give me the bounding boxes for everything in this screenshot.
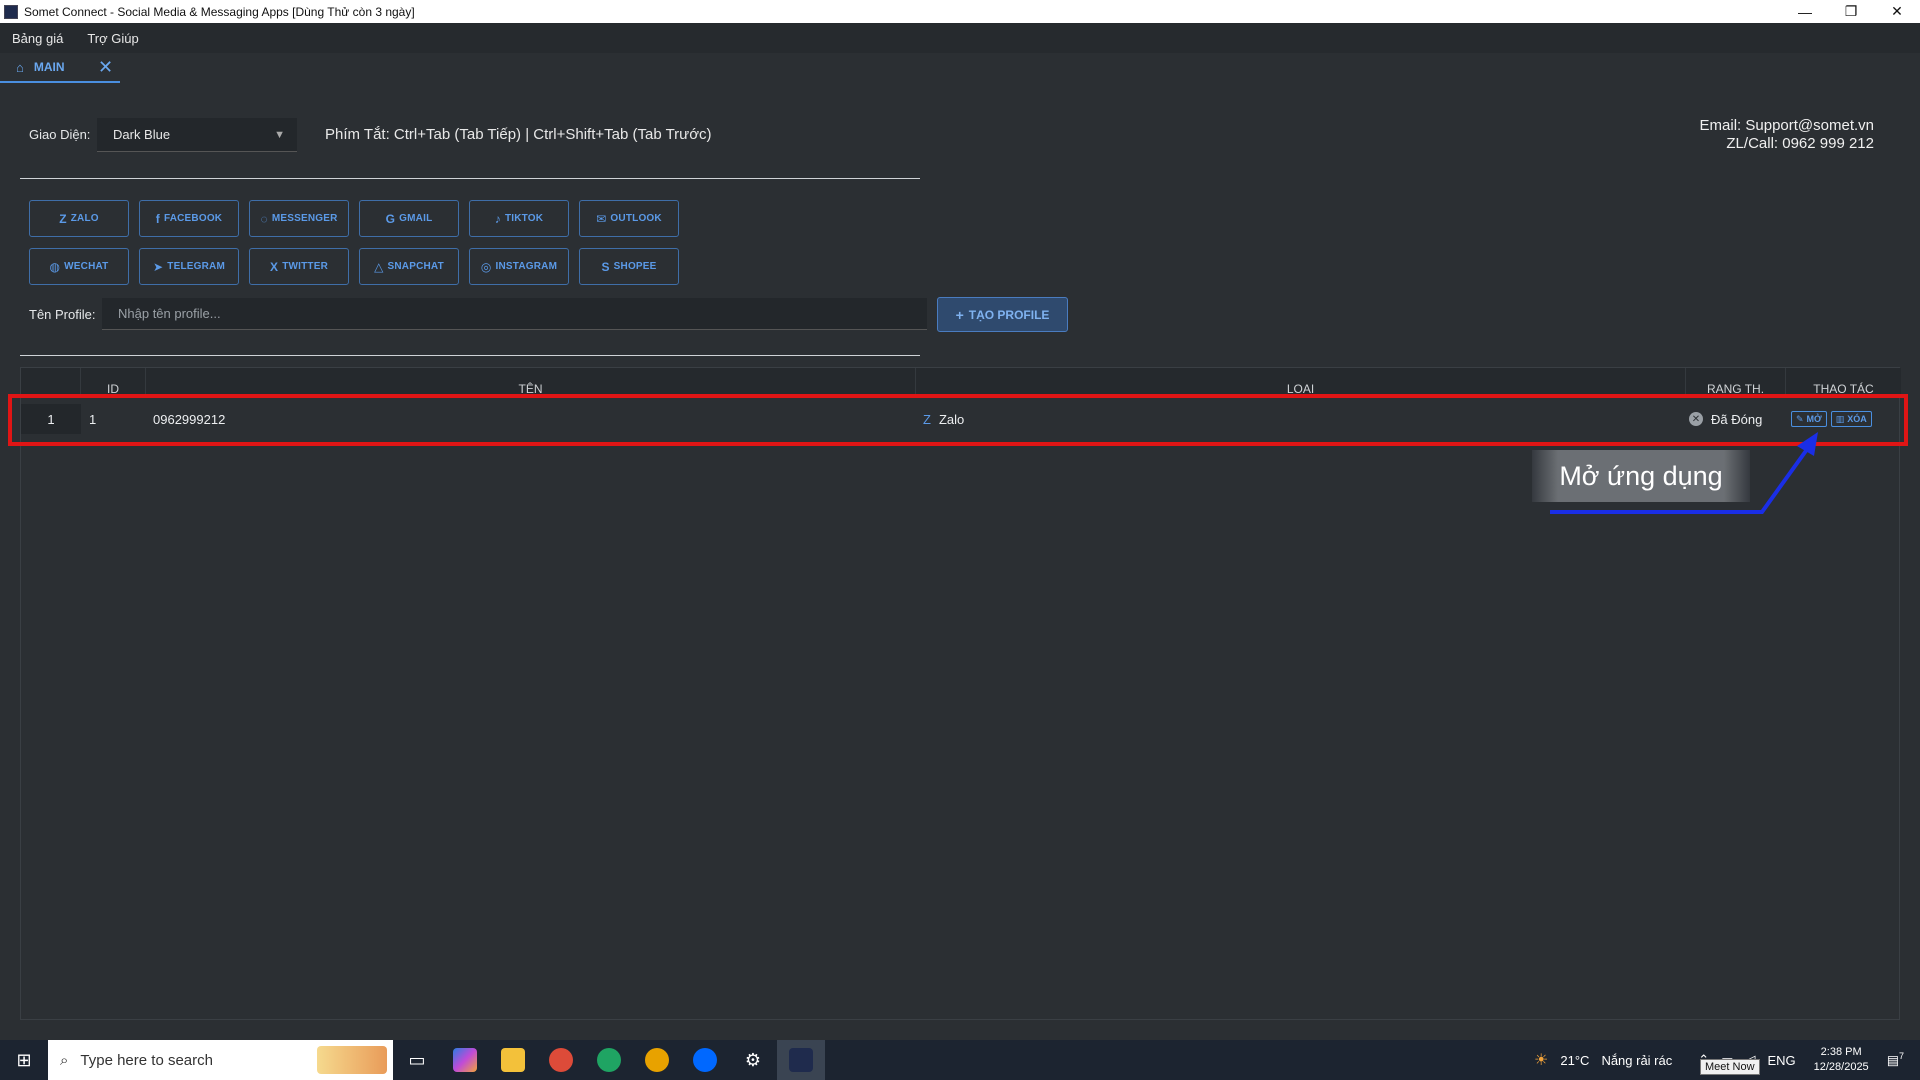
weather-text[interactable]: Nắng rải rác — [1601, 1053, 1672, 1068]
taskbar-search[interactable]: ⌕ Type here to search — [48, 1040, 393, 1080]
clock-time: 2:38 PM — [1820, 1046, 1862, 1058]
chrome-profile-icon[interactable] — [585, 1040, 633, 1080]
search-highlight-image — [317, 1046, 387, 1074]
clock[interactable]: 2:38 PM 12/28/2025 — [1814, 1045, 1869, 1075]
weather-icon[interactable]: ☀ — [1534, 1050, 1548, 1070]
taskbar-search-placeholder: Type here to search — [80, 1051, 213, 1069]
notification-count: 7 — [1898, 1051, 1904, 1062]
notification-icon[interactable]: ▤7 — [1887, 1051, 1904, 1068]
chrome-icon[interactable] — [537, 1040, 585, 1080]
search-icon: ⌕ — [60, 1051, 69, 1069]
file-explorer-icon[interactable] — [489, 1040, 537, 1080]
zalo-taskbar-icon[interactable] — [681, 1040, 729, 1080]
weather-temp[interactable]: 21°C — [1560, 1053, 1589, 1068]
annotation-arrow — [1550, 432, 1818, 514]
chrome-alt-icon[interactable] — [633, 1040, 681, 1080]
settings-gear-icon[interactable]: ⚙ — [729, 1040, 777, 1080]
language-indicator[interactable]: ENG — [1767, 1053, 1795, 1068]
taskbar: ⊞ ⌕ Type here to search ▭ ⚙ ☀ 21°C Nắng … — [0, 1040, 1920, 1080]
windows-start-icon[interactable]: ⊞ — [0, 1040, 48, 1080]
arrow-head — [1797, 432, 1818, 456]
clock-date: 12/28/2025 — [1813, 1061, 1869, 1073]
arrow-line — [1550, 446, 1810, 514]
copilot-icon[interactable] — [441, 1040, 489, 1080]
task-view-icon[interactable]: ▭ — [393, 1040, 441, 1080]
meet-now-tooltip: Meet Now — [1700, 1059, 1760, 1075]
somet-app-icon[interactable] — [777, 1040, 825, 1080]
